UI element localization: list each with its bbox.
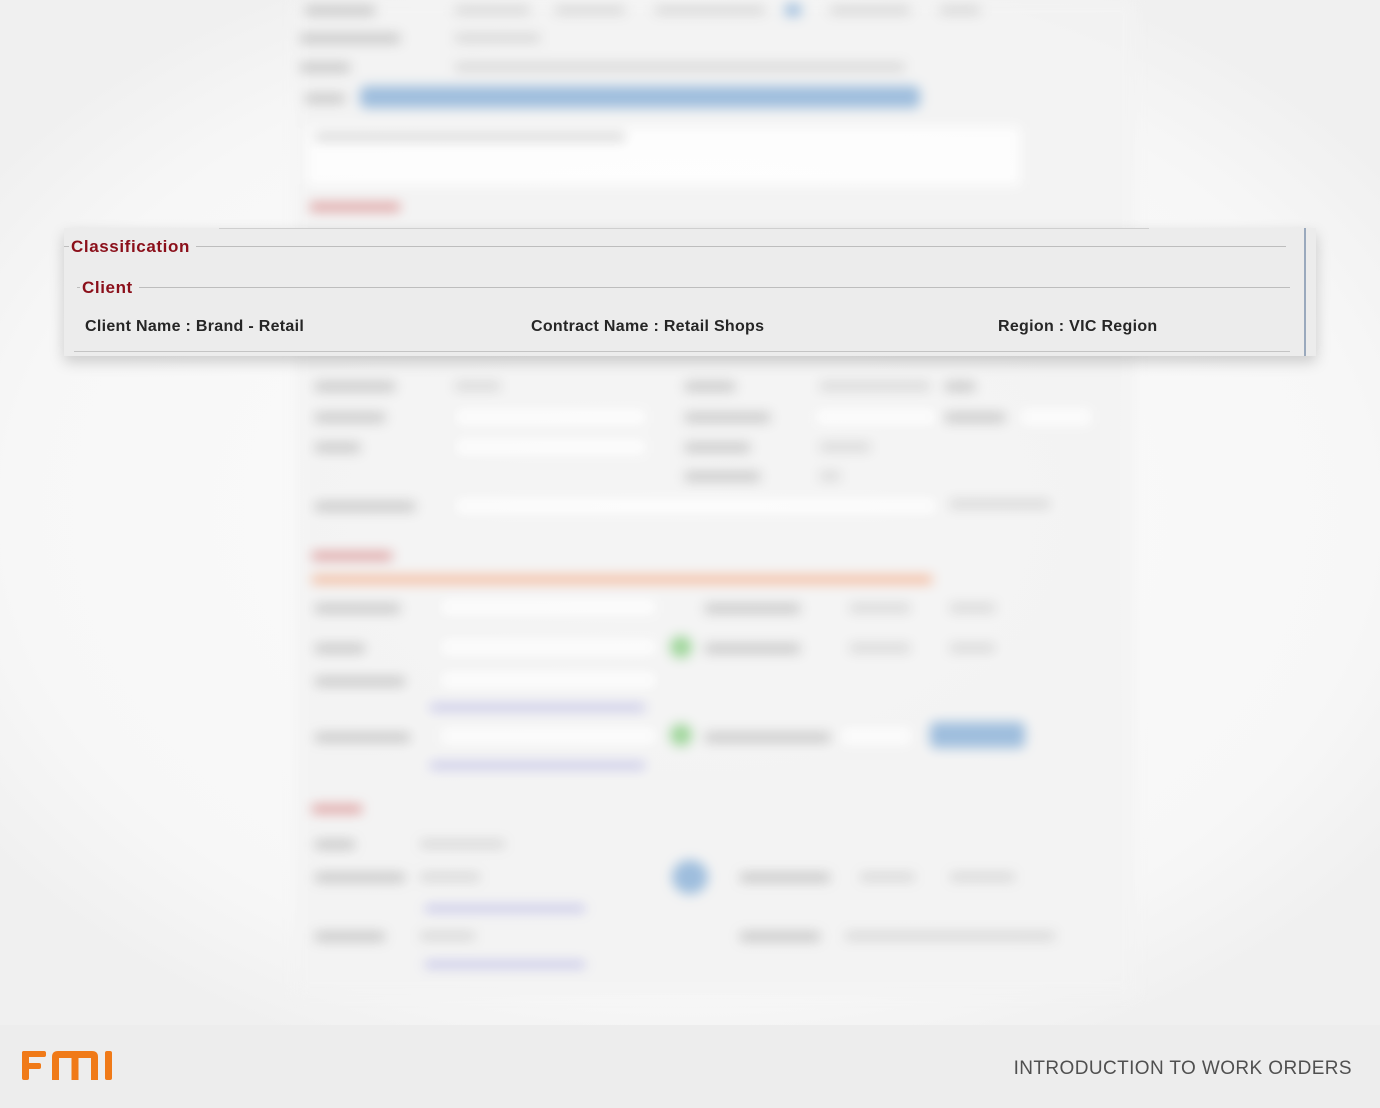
blurred-text <box>950 644 995 652</box>
client-legend: Client <box>80 278 139 298</box>
blurred-text <box>555 6 625 14</box>
blurred-link <box>425 962 585 967</box>
blurred-input <box>815 408 937 426</box>
blurred-label <box>315 932 385 941</box>
blurred-text <box>315 133 625 141</box>
blurred-text <box>820 443 870 451</box>
blurred-section-heading <box>312 805 362 813</box>
blurred-text <box>850 604 910 612</box>
blurred-label <box>685 413 770 422</box>
blurred-text <box>455 6 530 14</box>
region-field: Region : VIC Region <box>998 318 1158 335</box>
footer-title: INTRODUCTION TO WORK ORDERS <box>1013 1058 1352 1079</box>
blurred-label <box>705 604 800 613</box>
blurred-label <box>305 6 375 15</box>
blurred-link <box>430 705 645 710</box>
blurred-progress-bar <box>360 86 920 108</box>
blurred-input <box>840 727 912 745</box>
blurred-label <box>315 604 400 613</box>
blurred-label <box>315 413 385 422</box>
blurred-label <box>740 873 830 882</box>
blurred-input <box>1020 408 1092 426</box>
blurred-label <box>945 413 1005 422</box>
blurred-work-order-form <box>0 0 1380 1025</box>
blurred-input <box>455 497 937 515</box>
blurred-label <box>685 472 760 481</box>
blurred-text <box>940 6 980 14</box>
blurred-label <box>315 644 365 653</box>
blurred-button <box>930 722 1025 748</box>
fmi-logo <box>22 1048 118 1082</box>
blurred-input <box>440 671 657 689</box>
blurred-text <box>845 932 1055 940</box>
blurred-label <box>685 443 750 452</box>
blurred-section-heading <box>312 552 392 560</box>
blurred-text <box>820 472 840 480</box>
blurred-text <box>420 840 505 848</box>
blurred-label <box>315 873 405 882</box>
client-fieldset-border <box>77 287 1290 288</box>
blurred-label <box>315 382 395 391</box>
blurred-text <box>455 63 905 71</box>
blurred-label <box>685 382 735 391</box>
blurred-status-dot <box>670 636 692 658</box>
blurred-label <box>300 63 350 72</box>
blurred-input <box>440 598 657 616</box>
blurred-input <box>440 727 657 745</box>
blurred-warning-text <box>312 576 932 583</box>
blurred-label <box>705 733 830 742</box>
blurred-text <box>655 6 765 14</box>
panel-scrollbar-edge <box>1304 228 1306 356</box>
classification-fieldset-border <box>64 246 1286 247</box>
blurred-input <box>455 408 647 426</box>
blurred-text <box>950 604 995 612</box>
blurred-link <box>425 906 585 911</box>
blurred-label <box>315 840 355 849</box>
blurred-label <box>740 932 820 941</box>
blurred-link <box>430 763 645 768</box>
blurred-text <box>420 932 475 940</box>
blurred-label <box>305 94 345 103</box>
blurred-label <box>315 502 415 511</box>
blurred-label <box>315 443 360 452</box>
blurred-input <box>455 438 647 456</box>
blurred-label <box>705 644 800 653</box>
blurred-icon <box>785 4 801 16</box>
blurred-avatar <box>672 860 708 894</box>
blurred-text <box>860 873 915 881</box>
classification-panel: Classification Client Client Name : Bran… <box>64 228 1316 356</box>
client-name-field: Client Name : Brand - Retail <box>85 318 305 335</box>
blurred-section-heading <box>310 203 400 211</box>
blurred-input <box>440 638 657 656</box>
blurred-text <box>820 382 930 390</box>
contract-name-field: Contract Name : Retail Shops <box>531 318 765 335</box>
client-fieldset-bottom-border <box>74 351 1290 352</box>
blurred-text <box>950 873 1015 881</box>
blurred-text <box>830 6 910 14</box>
blurred-label <box>315 733 410 742</box>
blurred-text <box>850 644 910 652</box>
blurred-text <box>420 873 480 881</box>
blurred-label <box>315 677 405 686</box>
blurred-label <box>945 382 975 391</box>
classification-legend: Classification <box>69 237 196 257</box>
blurred-text <box>950 500 1050 508</box>
fmi-logo-icon <box>22 1051 112 1080</box>
blurred-label <box>300 34 400 43</box>
blurred-text <box>455 34 540 42</box>
blurred-status-dot <box>670 724 692 746</box>
blurred-text <box>455 382 500 390</box>
panel-top-divider <box>219 228 1149 229</box>
